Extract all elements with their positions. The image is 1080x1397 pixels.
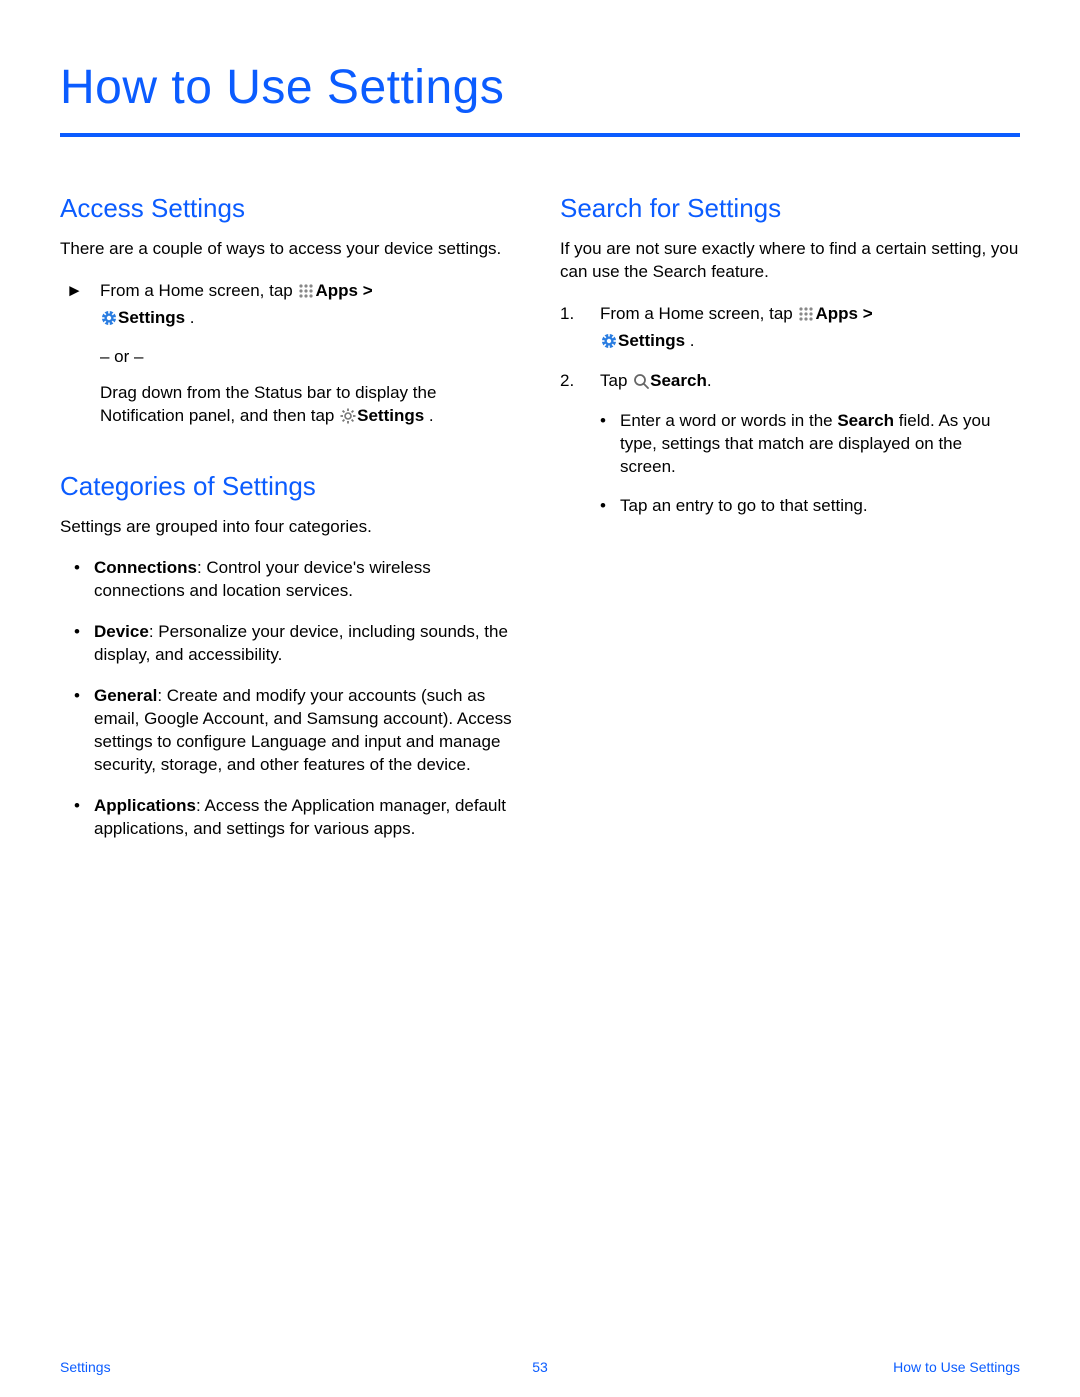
cat-name: Connections: [94, 558, 197, 577]
settings-gear-icon: [101, 309, 117, 333]
apps-grid-icon: [298, 282, 314, 306]
step-number: 1.: [560, 302, 574, 326]
step-number: 2.: [560, 369, 574, 393]
list-item: Connections: Control your device's wirel…: [74, 557, 520, 603]
period: .: [424, 406, 433, 425]
or-divider: – or –: [100, 347, 520, 367]
footer-right: How to Use Settings: [893, 1359, 1020, 1375]
period: .: [707, 371, 712, 390]
page-title: How to Use Settings: [60, 60, 1020, 137]
period: .: [185, 308, 194, 327]
step-text: From a Home screen, tap: [600, 304, 797, 323]
step-text: Tap: [600, 371, 632, 390]
period: .: [685, 331, 694, 350]
cat-desc: : Create and modify your accounts (such …: [94, 686, 512, 774]
settings-label: Settings: [118, 308, 185, 327]
apps-grid-icon: [798, 305, 814, 329]
heading-access-settings: Access Settings: [60, 193, 520, 224]
content-columns: Access Settings There are a couple of wa…: [60, 185, 1020, 858]
access-step: ► From a Home screen, tap Apps > Setting…: [60, 279, 520, 333]
search-intro: If you are not sure exactly where to fin…: [560, 238, 1020, 284]
access-intro: There are a couple of ways to access you…: [60, 238, 520, 261]
list-item: Applications: Access the Application man…: [74, 795, 520, 841]
search-step-1: 1. From a Home screen, tap Apps > Settin…: [560, 302, 1020, 356]
heading-categories: Categories of Settings: [60, 471, 520, 502]
step-text: From a Home screen, tap: [100, 281, 297, 300]
alt-settings-label: Settings: [357, 406, 424, 425]
settings-label: Settings: [618, 331, 685, 350]
categories-list: Connections: Control your device's wirel…: [60, 557, 520, 840]
list-item: Tap an entry to go to that setting.: [600, 495, 1020, 518]
settings-gear-grey-icon: [340, 407, 356, 431]
page-footer: Settings 53 How to Use Settings: [60, 1359, 1020, 1375]
list-item: Device: Personalize your device, includi…: [74, 621, 520, 667]
left-column: Access Settings There are a couple of wa…: [60, 185, 520, 858]
search-sub-list: Enter a word or words in the Search fiel…: [560, 410, 1020, 518]
cat-name: Applications: [94, 796, 196, 815]
right-column: Search for Settings If you are not sure …: [560, 185, 1020, 858]
list-item: Enter a word or words in the Search fiel…: [600, 410, 1020, 479]
footer-left: Settings: [60, 1359, 111, 1375]
search-label: Search: [650, 371, 707, 390]
categories-intro: Settings are grouped into four categorie…: [60, 516, 520, 539]
cat-name: Device: [94, 622, 149, 641]
list-item: General: Create and modify your accounts…: [74, 685, 520, 777]
footer-page-number: 53: [532, 1359, 548, 1375]
sub-text: Enter a word or words in the: [620, 411, 837, 430]
apps-label: Apps >: [315, 281, 372, 300]
search-icon: [633, 372, 649, 396]
search-field-label: Search: [837, 411, 894, 430]
access-alt-step: Drag down from the Status bar to display…: [60, 381, 520, 432]
cat-desc: : Personalize your device, including sou…: [94, 622, 508, 664]
settings-gear-icon: [601, 332, 617, 356]
cat-name: General: [94, 686, 157, 705]
triangle-marker-icon: ►: [66, 279, 83, 303]
heading-search-settings: Search for Settings: [560, 193, 1020, 224]
search-step-2: 2. Tap Search.: [560, 369, 1020, 396]
apps-label: Apps >: [815, 304, 872, 323]
